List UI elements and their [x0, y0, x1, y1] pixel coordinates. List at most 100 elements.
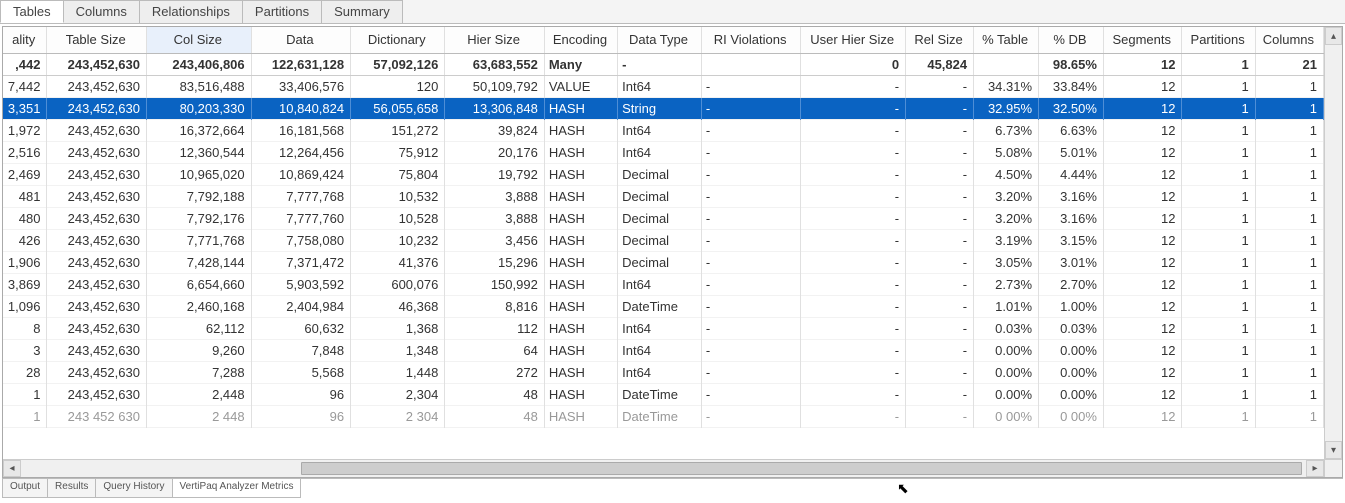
column-header-dictionary[interactable]: Dictionary [351, 27, 445, 53]
table-row[interactable]: 480243,452,6307,792,1767,777,76010,5283,… [3, 207, 1324, 229]
cell [974, 53, 1039, 75]
table-row[interactable]: 8243,452,63062,11260,6321,368112HASHInt6… [3, 317, 1324, 339]
table-row[interactable]: 7,442243,452,63083,516,48833,406,5761205… [3, 75, 1324, 97]
column-header-rel-size[interactable]: Rel Size [906, 27, 974, 53]
top-tab-tables[interactable]: Tables [0, 0, 64, 23]
cell: 12 [1103, 75, 1182, 97]
top-tab-summary[interactable]: Summary [321, 0, 403, 23]
table-row[interactable]: 1,906243,452,6307,428,1447,371,47241,376… [3, 251, 1324, 273]
cell: DateTime [618, 405, 702, 427]
cell: 20,176 [445, 141, 544, 163]
cell: - [701, 163, 800, 185]
hscroll-thumb[interactable] [301, 462, 1302, 475]
bottom-tab-vertipaq-analyzer-metrics[interactable]: VertiPaq Analyzer Metrics [172, 479, 302, 498]
cell: 12 [1103, 317, 1182, 339]
column-header--db[interactable]: % DB [1039, 27, 1104, 53]
table-row[interactable]: 3,869243,452,6306,654,6605,903,592600,07… [3, 273, 1324, 295]
cell: - [906, 273, 974, 295]
totals-row[interactable]: ,442243,452,630243,406,806122,631,12857,… [3, 53, 1324, 75]
scroll-down-arrow-icon[interactable]: ▾ [1325, 441, 1342, 459]
cell: Int64 [618, 361, 702, 383]
column-header-ality[interactable]: ality [3, 27, 47, 53]
table-row[interactable]: 3243,452,6309,2607,8481,34864HASHInt64--… [3, 339, 1324, 361]
vertical-scrollbar[interactable]: ▴ ▾ [1324, 27, 1342, 459]
cell: 10,232 [351, 229, 445, 251]
cell: 6.73% [974, 119, 1039, 141]
cell: 1 [1255, 339, 1323, 361]
table-row[interactable]: 2,516243,452,63012,360,54412,264,45675,9… [3, 141, 1324, 163]
table-row[interactable]: 1243,452,6302,448962,30448HASHDateTime--… [3, 383, 1324, 405]
cell: 3.01% [1039, 251, 1104, 273]
table-row[interactable]: 426243,452,6307,771,7687,758,08010,2323,… [3, 229, 1324, 251]
column-header-segments[interactable]: Segments [1103, 27, 1182, 53]
table-row[interactable]: 1243 452 6302 448962 30448HASHDateTime--… [3, 405, 1324, 427]
cell: 1,348 [351, 339, 445, 361]
bottom-tab-results[interactable]: Results [47, 479, 96, 498]
cell: 2,448 [146, 383, 251, 405]
cell: HASH [544, 383, 617, 405]
column-header-data-type[interactable]: Data Type [618, 27, 702, 53]
cell: - [618, 53, 702, 75]
scroll-right-arrow-icon[interactable]: ▸ [1306, 460, 1324, 477]
top-tab-partitions[interactable]: Partitions [242, 0, 322, 23]
cell: - [906, 163, 974, 185]
top-tab-columns[interactable]: Columns [63, 0, 140, 23]
cell: 7,777,768 [251, 185, 350, 207]
cell: 243,452,630 [47, 207, 146, 229]
column-header-table-size[interactable]: Table Size [47, 27, 146, 53]
table-row[interactable]: 1,096243,452,6302,460,1682,404,98446,368… [3, 295, 1324, 317]
cell: Int64 [618, 273, 702, 295]
cell: Decimal [618, 163, 702, 185]
cell: - [801, 141, 906, 163]
table-row[interactable]: 1,972243,452,63016,372,66416,181,568151,… [3, 119, 1324, 141]
cell: 33.84% [1039, 75, 1104, 97]
cell: 3.15% [1039, 229, 1104, 251]
cell: - [701, 251, 800, 273]
cell: 62,112 [146, 317, 251, 339]
scroll-left-arrow-icon[interactable]: ◂ [3, 460, 21, 477]
column-header-partitions[interactable]: Partitions [1182, 27, 1255, 53]
cell: 39,824 [445, 119, 544, 141]
column-header--table[interactable]: % Table [974, 27, 1039, 53]
hscroll-track[interactable] [21, 460, 1306, 477]
cell: 243,452,630 [47, 229, 146, 251]
table-row[interactable]: 28243,452,6307,2885,5681,448272HASHInt64… [3, 361, 1324, 383]
cell: 12 [1103, 273, 1182, 295]
cell: 243,452,630 [47, 141, 146, 163]
top-tab-relationships[interactable]: Relationships [139, 0, 243, 23]
column-header-hier-size[interactable]: Hier Size [445, 27, 544, 53]
column-header-ri-violations[interactable]: RI Violations [701, 27, 800, 53]
top-tab-bar: TablesColumnsRelationshipsPartitionsSumm… [0, 0, 1345, 24]
cell: 12,264,456 [251, 141, 350, 163]
cell: 3.20% [974, 207, 1039, 229]
cell: 7,771,768 [146, 229, 251, 251]
cell: 3.16% [1039, 207, 1104, 229]
column-header-user-hier-size[interactable]: User Hier Size [801, 27, 906, 53]
cell: 151,272 [351, 119, 445, 141]
column-header-columns[interactable]: Columns [1255, 27, 1323, 53]
cell: Decimal [618, 207, 702, 229]
cell: 7,792,188 [146, 185, 251, 207]
cell: 243,452,630 [47, 383, 146, 405]
cell: - [701, 383, 800, 405]
cell: HASH [544, 317, 617, 339]
table-row[interactable]: 481243,452,6307,792,1887,777,76810,5323,… [3, 185, 1324, 207]
cell: 12 [1103, 207, 1182, 229]
horizontal-scrollbar[interactable]: ◂ ▸ [3, 459, 1324, 477]
cell: 112 [445, 317, 544, 339]
cell: 243,452,630 [47, 163, 146, 185]
cell: Int64 [618, 119, 702, 141]
cell: HASH [544, 229, 617, 251]
cell: 0.00% [974, 383, 1039, 405]
cell: DateTime [618, 383, 702, 405]
cell: 1 [1182, 163, 1255, 185]
scroll-up-arrow-icon[interactable]: ▴ [1325, 27, 1342, 45]
table-row[interactable]: 3,351243,452,63080,203,33010,840,82456,0… [3, 97, 1324, 119]
bottom-tab-output[interactable]: Output [2, 479, 48, 498]
cell: 5,903,592 [251, 273, 350, 295]
column-header-col-size[interactable]: Col Size [146, 27, 251, 53]
column-header-data[interactable]: Data [251, 27, 350, 53]
bottom-tab-query-history[interactable]: Query History [95, 479, 172, 498]
table-row[interactable]: 2,469243,452,63010,965,02010,869,42475,8… [3, 163, 1324, 185]
column-header-encoding[interactable]: Encoding [544, 27, 617, 53]
